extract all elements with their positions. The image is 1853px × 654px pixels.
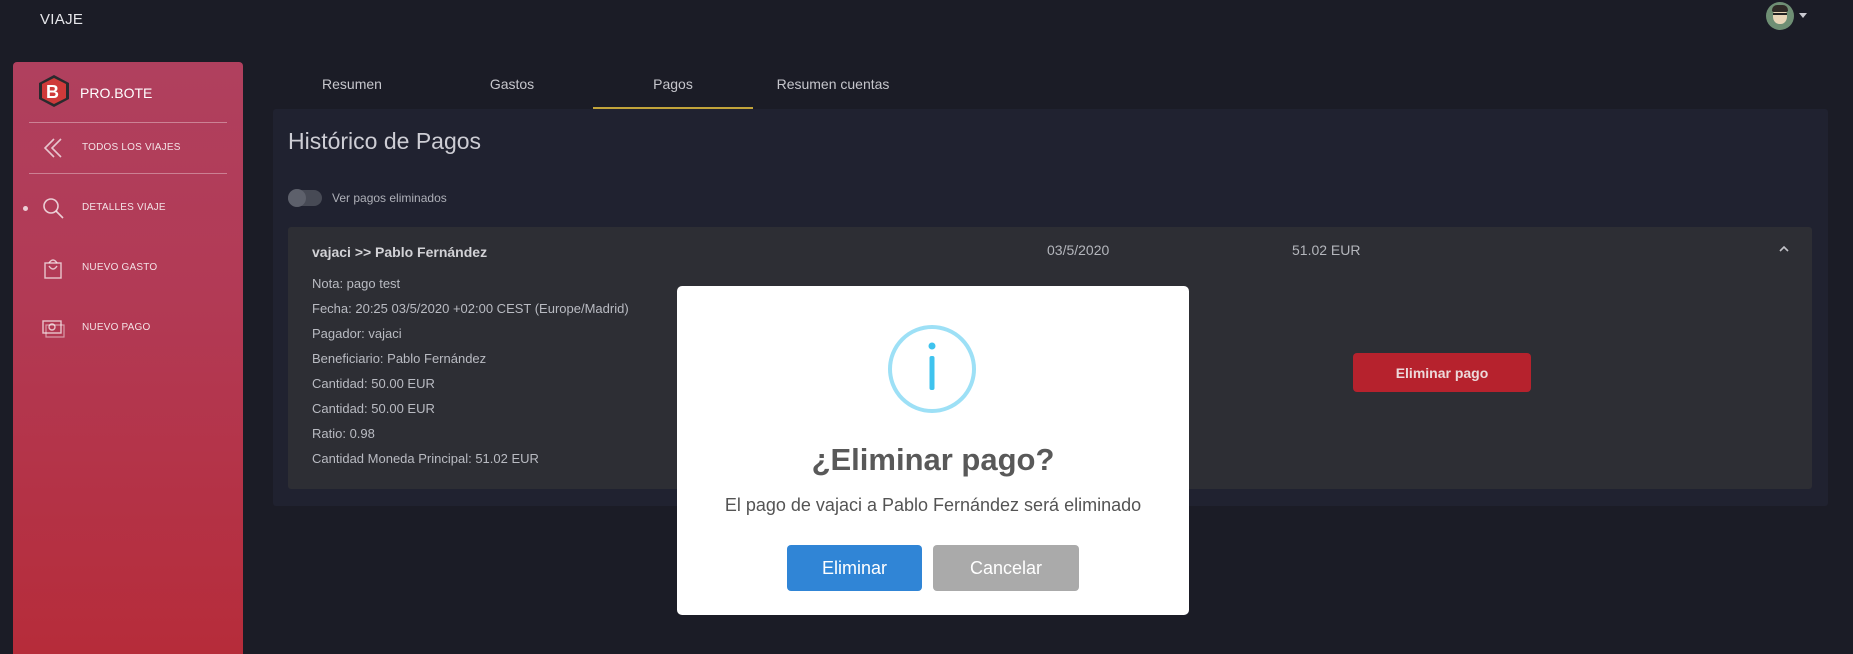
dialog-title: ¿Eliminar pago? bbox=[811, 442, 1055, 477]
dialog-message: El pago de vajaci a Pablo Fernández será… bbox=[724, 495, 1142, 515]
info-icon bbox=[888, 325, 976, 413]
confirm-delete-button[interactable]: Eliminar bbox=[787, 545, 922, 591]
confirm-delete-dialog: ¿Eliminar pago? El pago de vajaci a Pabl… bbox=[677, 286, 1189, 615]
cancel-button[interactable]: Cancelar bbox=[933, 545, 1079, 591]
